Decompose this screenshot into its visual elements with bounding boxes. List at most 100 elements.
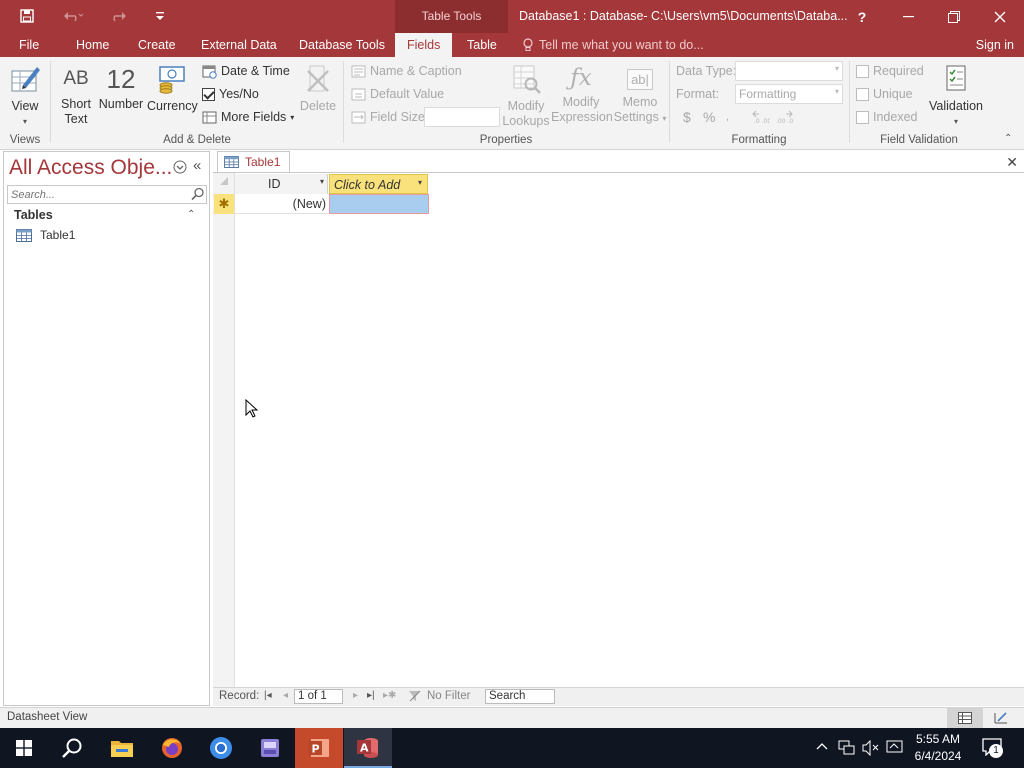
currency-button[interactable]: Currency: [147, 63, 198, 114]
number-button[interactable]: 12 Number: [97, 65, 145, 112]
clock[interactable]: 5:55 AM 6/4/2024: [908, 731, 968, 765]
new-record-icon[interactable]: ▸✱: [383, 690, 396, 701]
unique-checkbox[interactable]: Unique: [856, 84, 913, 104]
required-checkbox[interactable]: Required: [856, 61, 924, 81]
view-button[interactable]: View ▾: [6, 63, 44, 129]
show-hidden-icons[interactable]: [816, 740, 828, 755]
more-fields-button[interactable]: More Fields ▾: [202, 107, 294, 127]
tab-external-data[interactable]: External Data: [201, 33, 277, 57]
nav-dropdown-icon[interactable]: [173, 160, 187, 177]
taskbar-app[interactable]: [246, 728, 294, 768]
column-header-id[interactable]: ID ▾: [235, 174, 328, 194]
chevron-down-icon[interactable]: ▾: [418, 178, 422, 187]
validation-button[interactable]: Validation ▾: [928, 63, 984, 129]
search-icon[interactable]: [191, 187, 205, 204]
previous-record-icon[interactable]: ◂: [283, 690, 288, 701]
column-header-label: ID: [268, 177, 281, 191]
save-icon[interactable]: [16, 6, 38, 26]
network-icon[interactable]: [838, 740, 856, 759]
format-select[interactable]: Formatting ▾: [735, 84, 843, 104]
current-record-input[interactable]: 1 of 1: [294, 689, 343, 704]
restore-icon: [948, 10, 960, 23]
taskbar-search-button[interactable]: [48, 728, 96, 768]
collapse-section-icon[interactable]: ⌃: [187, 209, 195, 220]
default-value-button[interactable]: Default Value: [351, 84, 444, 104]
memo-settings-button[interactable]: ab| Memo Settings ▾: [612, 63, 668, 126]
taskbar-chrome[interactable]: [197, 728, 245, 768]
tell-me-box[interactable]: Tell me what you want to do...: [522, 33, 704, 57]
date-time-button[interactable]: Date & Time: [202, 61, 290, 81]
datasheet-view-button[interactable]: [947, 708, 983, 728]
restore-button[interactable]: [931, 0, 977, 33]
redo-icon[interactable]: [104, 6, 134, 26]
clock-time: 5:55 AM: [915, 732, 961, 746]
filter-icon[interactable]: [408, 690, 422, 705]
field-size-input[interactable]: [424, 107, 500, 127]
notifications-icon[interactable]: 1: [982, 738, 1003, 759]
nav-pane-title[interactable]: All Access Obje...: [9, 156, 172, 180]
tab-table[interactable]: Table: [467, 33, 497, 57]
taskbar-firefox[interactable]: [148, 728, 196, 768]
tab-file[interactable]: File: [19, 33, 39, 57]
table-cell-selected[interactable]: [329, 194, 429, 214]
start-button[interactable]: [0, 728, 48, 768]
tab-home[interactable]: Home: [76, 33, 109, 57]
nav-search-input[interactable]: [7, 185, 207, 204]
first-record-icon[interactable]: |◂: [264, 690, 272, 701]
record-search-input[interactable]: Search: [485, 689, 555, 704]
group-separator: [849, 61, 850, 143]
next-record-icon[interactable]: ▸: [353, 690, 358, 701]
minimize-button[interactable]: [885, 0, 931, 33]
close-button[interactable]: [977, 0, 1023, 33]
column-header-label: Click to Add: [334, 178, 401, 192]
undo-icon[interactable]: [58, 6, 88, 26]
sign-in-link[interactable]: Sign in: [976, 33, 1014, 57]
firefox-icon: [162, 738, 182, 758]
title-bar: Table Tools Database1 : Database- C:\Use…: [0, 0, 1024, 33]
display-icon[interactable]: [886, 740, 904, 759]
taskbar-file-explorer[interactable]: [98, 728, 146, 768]
taskbar-powerpoint[interactable]: P: [295, 728, 343, 768]
filter-status[interactable]: No Filter: [427, 690, 470, 702]
yes-no-button[interactable]: Yes/No: [202, 84, 259, 104]
shutter-bar-close-icon[interactable]: «: [193, 157, 201, 174]
ribbon: View ▾ Views AB Short Text 12 Number Cur…: [0, 57, 1024, 150]
customize-toolbar-icon[interactable]: [150, 6, 170, 26]
record-label: Record:: [219, 690, 260, 702]
datasheet-icon: [958, 712, 972, 724]
nav-item-table1[interactable]: Table1: [16, 228, 75, 242]
tab-fields[interactable]: Fields: [395, 33, 453, 57]
volume-muted-icon[interactable]: [862, 739, 880, 759]
modify-expression-button[interactable]: ƒx Modify Expression: [551, 63, 613, 125]
taskbar-access[interactable]: A: [344, 728, 392, 768]
chevron-down-icon[interactable]: ▾: [320, 177, 324, 186]
short-text-button[interactable]: AB Short Text: [57, 65, 95, 127]
help-button[interactable]: ?: [839, 0, 885, 33]
new-record-asterisk-icon[interactable]: ✱: [214, 194, 234, 214]
modify-lookups-label-1: Modify: [507, 99, 545, 113]
nav-section-tables[interactable]: Tables: [14, 208, 53, 222]
decrease-decimals-icon[interactable]: .00 .0: [775, 107, 793, 127]
comma-style-icon[interactable]: ,: [726, 107, 729, 127]
taskbar: P A 5:55 AM 6/4/2024 1: [0, 728, 1024, 768]
select-all-corner[interactable]: [220, 177, 228, 185]
status-view-name: Datasheet View: [7, 711, 88, 723]
collapse-ribbon-icon[interactable]: ⌃: [1004, 133, 1012, 144]
currency-format-button[interactable]: $: [683, 107, 691, 127]
data-type-select[interactable]: ▾: [735, 61, 843, 81]
tab-database-tools[interactable]: Database Tools: [299, 33, 385, 57]
access-icon: A: [357, 738, 378, 758]
increase-decimals-icon[interactable]: .0 .00: [752, 107, 770, 127]
delete-button[interactable]: Delete: [298, 63, 338, 114]
modify-lookups-button[interactable]: Modify Lookups: [502, 63, 550, 129]
document-tab-table1[interactable]: Table1: [217, 151, 290, 172]
tab-create[interactable]: Create: [138, 33, 176, 57]
close-document-icon[interactable]: ✕: [1006, 154, 1018, 171]
column-header-click-to-add[interactable]: Click to Add ▾: [329, 174, 428, 194]
name-caption-button[interactable]: Name & Caption: [351, 61, 462, 81]
design-view-button[interactable]: [994, 711, 1008, 728]
table-cell-id-new[interactable]: (New): [235, 194, 328, 214]
indexed-checkbox[interactable]: Indexed: [856, 107, 917, 127]
last-record-icon[interactable]: ▸|: [367, 690, 375, 701]
percent-format-button[interactable]: %: [703, 107, 715, 127]
